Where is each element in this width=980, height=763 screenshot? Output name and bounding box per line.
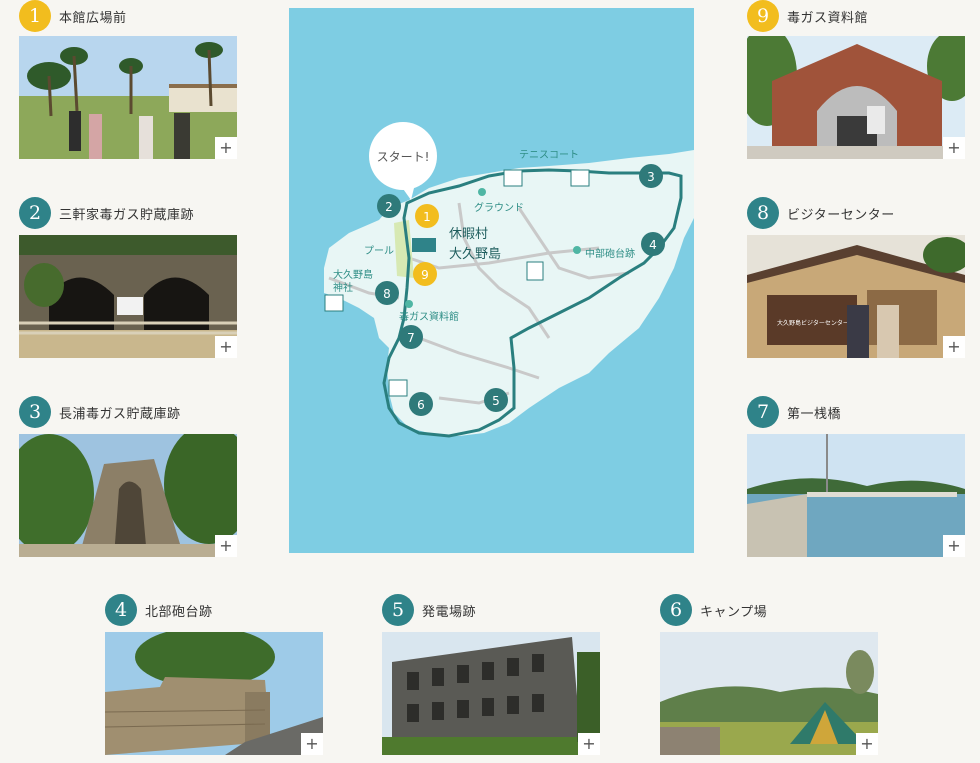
spot-9-title: 毒ガス資料館 [787, 10, 869, 26]
svg-text:6: 6 [417, 398, 425, 412]
spot-6-number-badge: 6 [660, 594, 692, 626]
spot-9-expand-button[interactable]: + [943, 137, 965, 159]
spot-6-title: キャンプ場 [700, 604, 768, 620]
svg-text:スタート!: スタート! [377, 150, 430, 164]
svg-text:大久野島ビジターセンター: 大久野島ビジターセンター [777, 319, 849, 327]
svg-text:2: 2 [385, 200, 393, 214]
battery-label: 中部砲台跡 [585, 247, 635, 260]
pool-label: プール [364, 245, 394, 257]
spot-1: 1 本館広場前 + [19, 0, 237, 160]
spot-7-photo[interactable]: + [747, 434, 965, 557]
spot-5-expand-button[interactable]: + [578, 733, 600, 755]
map-marker-5[interactable]: 5 [484, 388, 508, 412]
spot-8: 8 ビジターセンター 大久野島ビジターセンター + [747, 197, 965, 358]
spot-7-title: 第一桟橋 [787, 406, 842, 422]
svg-text:8: 8 [383, 287, 391, 301]
resort-building-icon [412, 238, 436, 252]
spot-8-number-badge: 8 [747, 197, 779, 229]
spot-4-number-badge: 4 [105, 594, 137, 626]
svg-text:7: 7 [407, 331, 415, 345]
museum-label: 毒ガス資料館 [399, 310, 459, 323]
shrine-label-line2: 神社 [333, 281, 353, 294]
tennis-court-icon [503, 169, 523, 187]
spot-3-number-badge: 3 [19, 396, 51, 428]
spot-5-number-badge: 5 [382, 594, 414, 626]
spot-2: 2 三軒家毒ガス貯蔵庫跡 + [19, 197, 237, 358]
spot-5-photo[interactable]: + [382, 632, 600, 755]
svg-text:4: 4 [649, 238, 657, 252]
svg-text:5: 5 [492, 394, 500, 408]
spot-3: 3 長浦毒ガス貯蔵庫跡 + [19, 396, 237, 557]
camp-icon [388, 379, 408, 397]
spot-3-photo[interactable]: + [19, 434, 237, 557]
spot-1-expand-button[interactable]: + [215, 137, 237, 159]
map-marker-4[interactable]: 4 [641, 232, 665, 256]
spot-1-heading: 1 本館広場前 [19, 0, 127, 32]
map-marker-9[interactable]: 9 [413, 262, 437, 286]
resort-name-line1: 休暇村 [449, 227, 488, 242]
shrine-label-line1: 大久野島 [333, 268, 373, 281]
spot-6-heading: 6 キャンプ場 [660, 594, 767, 626]
spot-7-expand-button[interactable]: + [943, 535, 965, 557]
spot-1-number-badge: 1 [19, 0, 51, 32]
spot-2-title: 三軒家毒ガス貯蔵庫跡 [59, 207, 195, 223]
spot-1-title: 本館広場前 [59, 10, 127, 26]
spot-5: 5 発電場跡 + [382, 594, 600, 755]
spot-8-title: ビジターセンター [787, 207, 895, 223]
svg-text:9: 9 [421, 268, 429, 282]
spot-4-title: 北部砲台跡 [145, 604, 213, 620]
svg-text:1: 1 [423, 210, 431, 224]
swimming-icon [324, 294, 344, 312]
spot-4: 4 北部砲台跡 + [105, 594, 323, 755]
spot-9-heading: 9 毒ガス資料館 [747, 0, 868, 32]
tennis-court-icon-2 [570, 169, 590, 187]
playground-icon [526, 261, 544, 281]
spot-8-expand-button[interactable]: + [943, 336, 965, 358]
spot-3-title: 長浦毒ガス貯蔵庫跡 [59, 406, 181, 422]
spot-2-expand-button[interactable]: + [215, 336, 237, 358]
spot-3-expand-button[interactable]: + [215, 535, 237, 557]
spot-9: 9 毒ガス資料館 + [747, 0, 965, 160]
spot-2-number-badge: 2 [19, 197, 51, 229]
spot-8-heading: 8 ビジターセンター [747, 197, 895, 229]
resort-name-line2: 大久野島 [449, 247, 501, 262]
spot-9-photo[interactable]: + [747, 36, 965, 159]
spot-7-number-badge: 7 [747, 396, 779, 428]
spot-5-title: 発電場跡 [422, 604, 477, 620]
map-marker-3[interactable]: 3 [639, 164, 663, 188]
spot-6-expand-button[interactable]: + [856, 733, 878, 755]
spot-6-photo[interactable]: + [660, 632, 878, 755]
island-map: スタート! テニスコート グラウンド プール 大久野島 神社 中部砲台跡 毒ガス… [289, 8, 694, 553]
ground-label: グラウンド [474, 201, 524, 214]
svg-text:3: 3 [647, 170, 655, 184]
spot-7: 7 第一桟橋 + [747, 396, 965, 557]
spot-4-photo[interactable]: + [105, 632, 323, 755]
map-marker-2[interactable]: 2 [377, 194, 401, 218]
spot-1-photo[interactable]: + [19, 36, 237, 159]
map-marker-1[interactable]: 1 [415, 204, 439, 228]
spot-9-number-badge: 9 [747, 0, 779, 32]
spot-7-heading: 7 第一桟橋 [747, 396, 841, 428]
spot-4-heading: 4 北部砲台跡 [105, 594, 213, 626]
tennis-court-label: テニスコート [519, 150, 579, 161]
spot-6: 6 キャンプ場 + [660, 594, 878, 755]
spot-4-expand-button[interactable]: + [301, 733, 323, 755]
map-marker-8[interactable]: 8 [375, 281, 399, 305]
spot-3-heading: 3 長浦毒ガス貯蔵庫跡 [19, 396, 181, 428]
spot-2-photo[interactable]: + [19, 235, 237, 358]
map-marker-7[interactable]: 7 [399, 325, 423, 349]
spot-5-heading: 5 発電場跡 [382, 594, 476, 626]
spot-2-heading: 2 三軒家毒ガス貯蔵庫跡 [19, 197, 194, 229]
spot-8-photo[interactable]: 大久野島ビジターセンター + [747, 235, 965, 358]
map-marker-6[interactable]: 6 [409, 392, 433, 416]
